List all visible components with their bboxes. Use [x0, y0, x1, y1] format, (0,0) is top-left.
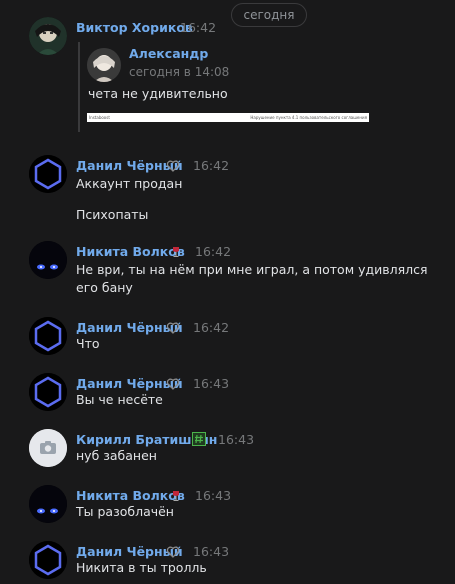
screenshot-right-text: Нарушение пункта 4.1 пользовательского с…	[250, 115, 367, 120]
message-item: Данил Чёрный 16:42 Аккаунт продан Психоп…	[0, 150, 455, 230]
avatar[interactable]	[29, 155, 67, 193]
message-text: Что	[76, 336, 100, 351]
message-text: Никита в ты тролль	[76, 560, 207, 575]
heart-icon	[166, 322, 180, 334]
avatar[interactable]	[29, 541, 67, 579]
avatar[interactable]	[29, 241, 67, 279]
message-text: Аккаунт продан	[76, 176, 183, 191]
message-text: Вы че несёте	[76, 392, 163, 407]
message-time[interactable]: 16:42	[193, 320, 229, 335]
message-time[interactable]: 16:43	[193, 544, 229, 559]
message-item: Данил Чёрный 16:43 Никита в ты тролль	[0, 536, 455, 584]
heart-icon	[166, 160, 180, 172]
message-time[interactable]: 16:42	[180, 20, 216, 35]
avatar[interactable]	[29, 373, 67, 411]
heart-icon	[166, 546, 180, 558]
message-time[interactable]: 16:43	[218, 432, 254, 447]
message-item: Никита Волков 16:43 Ты разоблачён	[0, 480, 455, 528]
hash-icon	[192, 432, 206, 446]
message-text: нуб забанен	[76, 448, 157, 463]
reply-avatar[interactable]	[87, 48, 121, 82]
avatar[interactable]	[29, 317, 67, 355]
message-time[interactable]: 16:42	[193, 158, 229, 173]
message-item: Данил Чёрный 16:43 Вы че несёте	[0, 368, 455, 416]
message-text: Ты разоблачён	[76, 504, 174, 519]
avatar[interactable]	[29, 485, 67, 523]
avatar[interactable]	[29, 17, 67, 55]
avatar[interactable]	[29, 429, 67, 467]
reply-author[interactable]: Александр	[129, 46, 208, 61]
author-name[interactable]: Виктор Хориков	[76, 20, 193, 35]
wine-glass-icon	[173, 491, 179, 501]
reply-screenshot[interactable]: Instaboost Нарушение пункта 4.1 пользова…	[87, 113, 369, 122]
heart-icon	[166, 378, 180, 390]
message-item: Никита Волков 16:42 Не ври, ты на нём пр…	[0, 236, 455, 298]
message-text: Не ври, ты на нём при мне играл, а потом…	[76, 262, 428, 295]
message-item: Кирилл Братишкин 16:43 нуб забанен	[0, 424, 455, 472]
reply-bar	[78, 42, 80, 132]
reply-text: чета не удивительно	[88, 86, 228, 101]
message-time[interactable]: 16:42	[195, 244, 231, 259]
message-item: Данил Чёрный 16:42 Что	[0, 312, 455, 360]
message-text: Психопаты	[76, 207, 149, 222]
wine-glass-icon	[173, 247, 179, 257]
message-time[interactable]: 16:43	[193, 376, 229, 391]
message-viktor: Виктор Хориков 16:42 Александр сегодня в…	[0, 0, 455, 140]
screenshot-left-text: Instaboost	[89, 115, 110, 120]
reply-time: сегодня в 14:08	[129, 65, 230, 79]
message-time[interactable]: 16:43	[195, 488, 231, 503]
